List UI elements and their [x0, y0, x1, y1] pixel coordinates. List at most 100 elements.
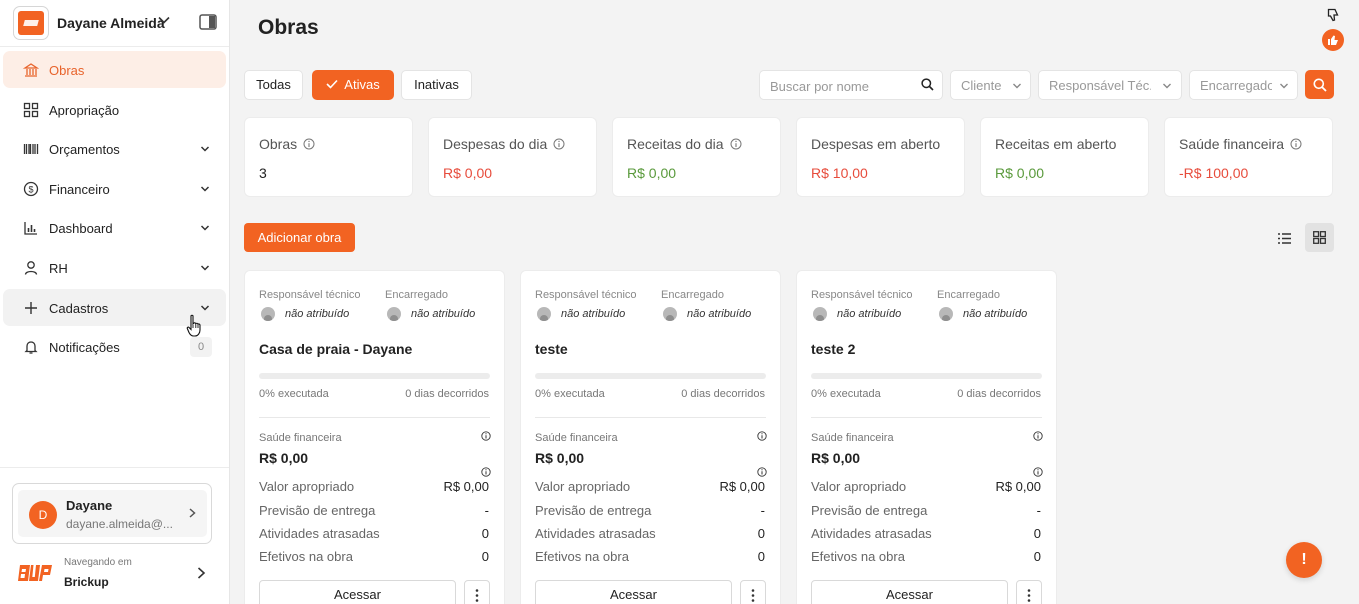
client-select-placeholder: Cliente [961, 78, 1002, 93]
delivery-value: - [760, 503, 765, 518]
chevron-down-icon [1013, 83, 1021, 89]
sidebar-item-label: Cadastros [49, 300, 109, 316]
grid-view-button[interactable] [1305, 223, 1334, 252]
thumbs-up-icon [1328, 35, 1338, 45]
foreman-avatar [663, 307, 677, 321]
responsible-select-placeholder: Responsável Téc. [1049, 78, 1151, 93]
chevron-down-icon [1280, 83, 1288, 89]
thumbs-up-button[interactable] [1322, 29, 1344, 51]
access-button[interactable]: Acessar [259, 580, 456, 604]
client-select[interactable]: Cliente [950, 70, 1031, 100]
more-options-button[interactable] [464, 580, 490, 604]
info-icon[interactable] [1290, 138, 1302, 150]
filter-active-button[interactable]: Ativas [312, 70, 394, 100]
list-view-button[interactable] [1270, 224, 1298, 252]
sidebar-item-apropriacao[interactable]: Apropriação [3, 91, 226, 128]
stat-label: Obras [259, 136, 315, 152]
sidebar: Dayane Almeida Obras Apropriação Orçamen… [0, 0, 230, 604]
foreman-select[interactable]: Encarregado [1189, 70, 1298, 100]
obra-title[interactable]: teste [535, 341, 568, 357]
responsible-label: Responsável técnico [811, 289, 913, 301]
svg-text:$: $ [28, 184, 33, 194]
search-button[interactable] [1305, 70, 1334, 99]
stat-value: -R$ 100,00 [1179, 165, 1249, 181]
add-obra-button[interactable]: Adicionar obra [244, 223, 355, 252]
chevron-down-icon[interactable] [199, 222, 211, 234]
stat-label-text: Obras [259, 136, 298, 152]
delivery-label: Previsão de entrega [811, 503, 928, 518]
sidebar-item-label: Orçamentos [49, 142, 120, 158]
late-label: Atividades atrasadas [259, 526, 380, 541]
search-icon[interactable] [921, 78, 934, 91]
workspace-header: Dayane Almeida [0, 0, 229, 47]
navigating-label: Navegando em [64, 557, 132, 568]
health-value: R$ 0,00 [535, 450, 585, 466]
sidebar-item-dashboard[interactable]: Dashboard [3, 209, 226, 246]
access-button[interactable]: Acessar [535, 580, 732, 604]
chevron-down-icon[interactable] [199, 143, 211, 155]
stat-label: Receitas do dia [627, 136, 742, 152]
health-value: R$ 0,00 [811, 450, 861, 466]
foreman-avatar [387, 307, 401, 321]
responsible-label: Responsável técnico [259, 289, 361, 301]
chevron-down-icon[interactable] [199, 302, 211, 314]
workers-label: Efetivos na obra [811, 549, 905, 564]
filter-inactive-label: Inativas [414, 77, 459, 92]
help-fab-button[interactable]: ! [1286, 542, 1322, 578]
info-icon[interactable] [730, 138, 742, 150]
thumbs-down-icon[interactable] [1327, 8, 1339, 22]
filter-all-button[interactable]: Todas [244, 70, 303, 100]
stat-label: Despesas do dia [443, 136, 565, 152]
stat-value: R$ 0,00 [443, 165, 493, 181]
filter-active-label: Ativas [344, 77, 380, 92]
sidebar-item-label: Notificações [49, 340, 120, 356]
building-icon [23, 63, 39, 77]
progress-bar [811, 373, 1042, 379]
delivery-label: Previsão de entrega [259, 503, 376, 518]
chevron-right-icon[interactable] [195, 566, 207, 580]
user-card[interactable]: D Dayane dayane.almeida@... [12, 483, 212, 544]
sidebar-item-label: Apropriação [49, 102, 120, 118]
info-icon[interactable] [757, 467, 767, 477]
info-icon[interactable] [481, 431, 491, 441]
stat-label: Despesas em aberto [811, 136, 941, 152]
info-icon[interactable] [553, 138, 565, 150]
sidebar-item-orcamentos[interactable]: Orçamentos [3, 130, 226, 167]
chevron-down-icon[interactable] [157, 13, 171, 27]
info-icon[interactable] [303, 138, 315, 150]
info-icon[interactable] [481, 467, 491, 477]
info-icon[interactable] [757, 431, 767, 441]
company-logo[interactable] [13, 6, 49, 40]
divider [535, 417, 766, 418]
sidebar-item-obras[interactable]: Obras [3, 51, 226, 88]
more-options-button[interactable] [1016, 580, 1042, 604]
plus-icon [25, 301, 37, 314]
organization-name[interactable]: Brickup [64, 575, 109, 589]
progress-bar [535, 373, 766, 379]
late-label: Atividades atrasadas [535, 526, 656, 541]
search-input[interactable] [770, 77, 910, 95]
sidebar-item-financeiro[interactable]: $ Financeiro [3, 170, 226, 207]
chevron-down-icon[interactable] [199, 183, 211, 195]
chevron-down-icon[interactable] [199, 262, 211, 274]
foreman-avatar [939, 307, 953, 321]
obra-title[interactable]: Casa de praia - Dayane [259, 341, 412, 357]
more-options-button[interactable] [740, 580, 766, 604]
mouse-cursor-icon [186, 314, 201, 337]
sidebar-item-rh[interactable]: RH [3, 249, 226, 286]
panel-toggle-icon[interactable] [199, 14, 217, 30]
workspace-name[interactable]: Dayane Almeida [57, 15, 165, 31]
health-value: R$ 0,00 [259, 450, 309, 466]
delivery-label: Previsão de entrega [535, 503, 652, 518]
obra-card: Responsável técnico Encarregado não atri… [520, 270, 781, 604]
days-elapsed: 0 dias decorridos [405, 388, 489, 400]
search-field[interactable] [759, 70, 943, 100]
responsible-select[interactable]: Responsável Téc. [1038, 70, 1182, 100]
obra-title[interactable]: teste 2 [811, 341, 855, 357]
filter-inactive-button[interactable]: Inativas [401, 70, 472, 100]
grid-icon [23, 102, 39, 117]
access-button[interactable]: Acessar [811, 580, 1008, 604]
info-icon[interactable] [1033, 431, 1043, 441]
info-icon[interactable] [1033, 467, 1043, 477]
stat-value: R$ 10,00 [811, 165, 868, 181]
